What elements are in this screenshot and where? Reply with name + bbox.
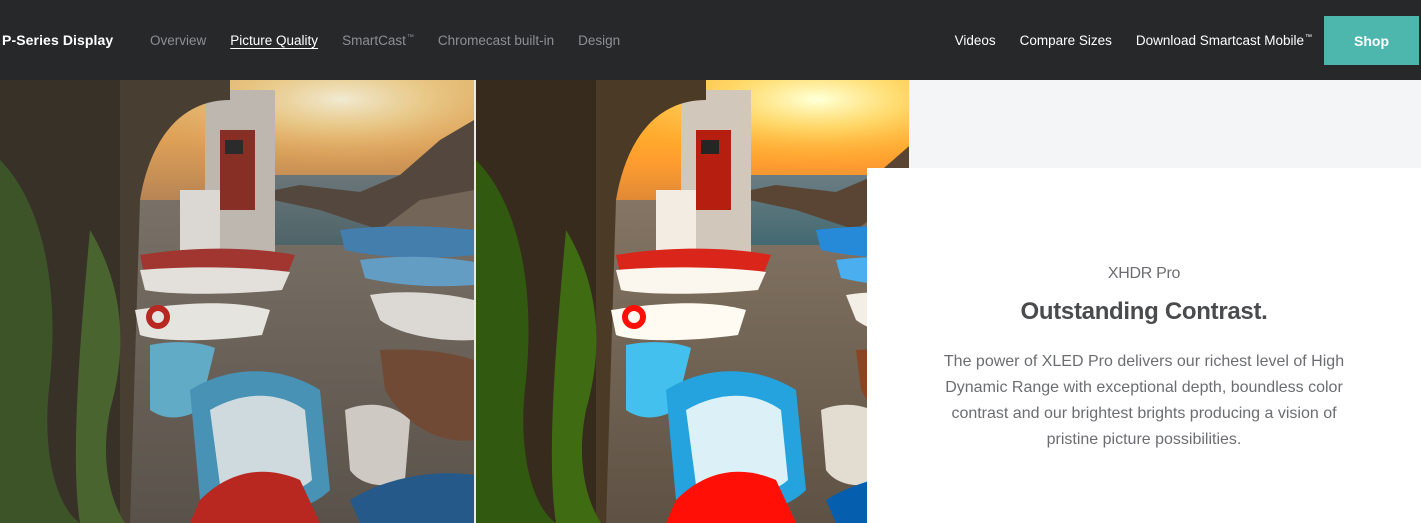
nav-link-design[interactable]: Design — [578, 33, 620, 48]
feature-card: XHDR Pro Outstanding Contrast. The power… — [867, 168, 1421, 523]
nav-link-videos[interactable]: Videos — [955, 33, 996, 48]
nav-link-picture-quality[interactable]: Picture Quality — [230, 33, 318, 48]
comparison-photo-xhdr — [476, 80, 909, 523]
shop-button[interactable]: Shop — [1324, 16, 1419, 65]
top-nav: P-Series Display Overview Picture Qualit… — [0, 0, 1421, 80]
trademark-mark: ™ — [1305, 33, 1312, 41]
harbor-scene-image — [0, 80, 474, 523]
feature-eyebrow: XHDR Pro — [1107, 265, 1181, 282]
trademark-mark: ™ — [406, 33, 414, 41]
nav-link-chromecast[interactable]: Chromecast built-in — [438, 33, 554, 48]
nav-link-download-smartcast-mobile[interactable]: Download Smartcast Mobile™ — [1136, 33, 1312, 48]
nav-link-download-label: Download Smartcast Mobile — [1135, 33, 1304, 48]
nav-link-compare-sizes[interactable]: Compare Sizes — [1020, 33, 1112, 48]
brand-title[interactable]: P-Series Display — [2, 32, 113, 48]
feature-description: The power of XLED Pro delivers our riche… — [943, 353, 1345, 448]
comparison-photo-standard — [0, 80, 474, 523]
nav-link-smartcast[interactable]: SmartCast™ — [342, 33, 414, 48]
feature-headline: Outstanding Contrast. — [1020, 298, 1268, 325]
harbor-scene-image-enhanced — [476, 80, 909, 523]
nav-right-links: Videos Compare Sizes Download Smartcast … — [955, 33, 1312, 48]
nav-link-smartcast-label: SmartCast — [342, 33, 406, 48]
nav-left-links: Overview Picture Quality SmartCast™ Chro… — [150, 33, 620, 48]
nav-link-overview[interactable]: Overview — [150, 33, 206, 48]
